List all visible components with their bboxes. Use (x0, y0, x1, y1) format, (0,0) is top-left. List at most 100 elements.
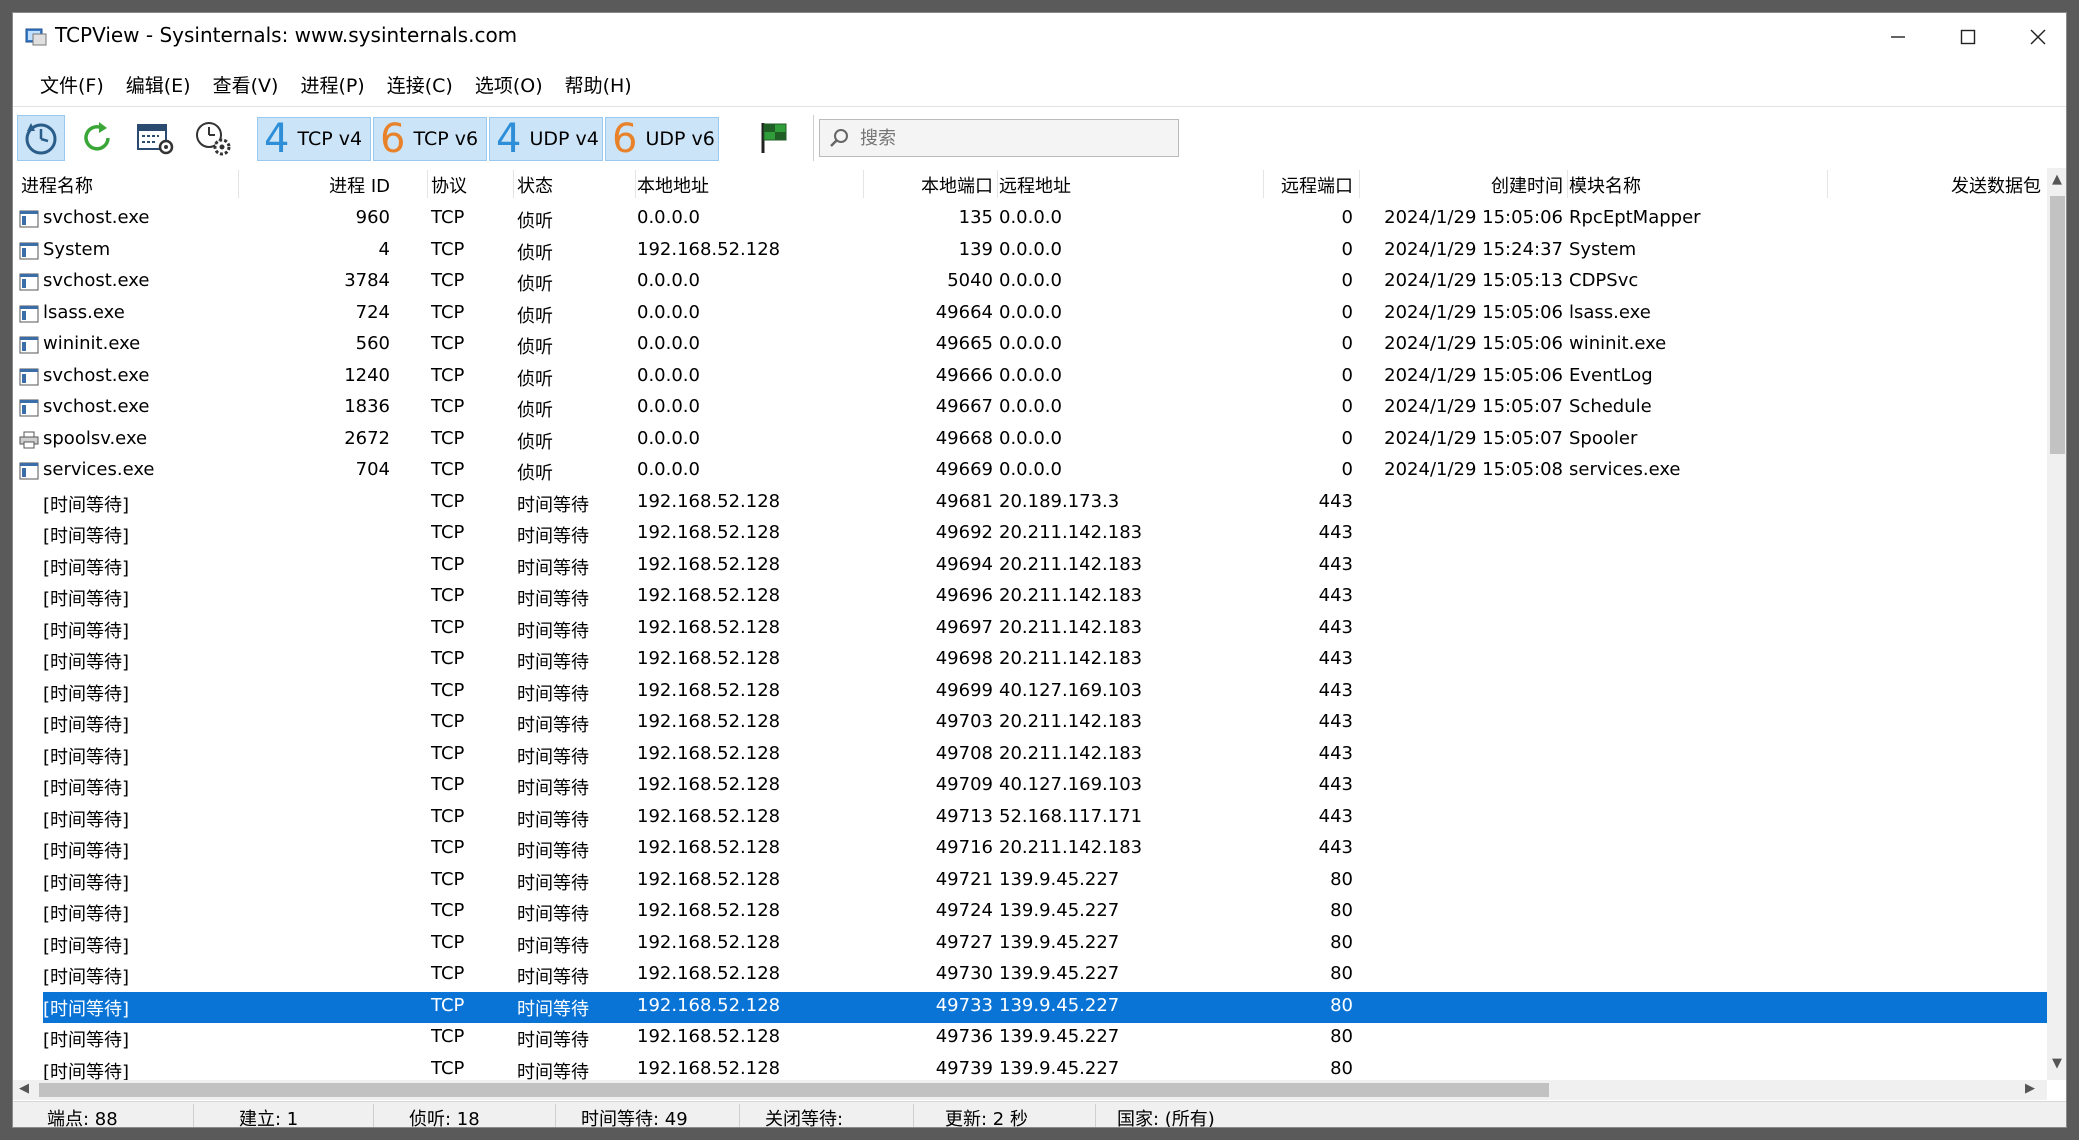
col-sent-packets[interactable]: 发送数据包 (1827, 172, 2041, 198)
table-row[interactable]: [时间等待] TCP 时间等待 192.168.52.128 49681 20.189.1… (13, 488, 2047, 520)
menu-process[interactable]: 进程(P) (289, 65, 375, 103)
cell-remote-port: 80 (1330, 931, 1353, 953)
vertical-scroll-thumb[interactable] (2050, 196, 2065, 454)
table-row[interactable]: [时间等待] TCP 时间等待 192.168.52.128 49699 40.127.1… (13, 677, 2047, 709)
menu-options[interactable]: 选项(O) (464, 65, 554, 103)
horizontal-scroll-thumb[interactable] (39, 1083, 1549, 1097)
col-create-time[interactable]: 创建时间 (1359, 172, 1563, 198)
cell-remote-port: 0 (1341, 301, 1353, 323)
refresh-rate-button[interactable] (189, 115, 237, 161)
column-divider[interactable] (513, 170, 514, 198)
options-button[interactable] (131, 115, 179, 161)
menu-view[interactable]: 查看(V) (202, 65, 290, 103)
status-divider (913, 1104, 914, 1127)
table-row[interactable]: svchost.exe 3784 TCP 侦听 0.0.0.0 5040 0.0.0.0 0 2… (13, 267, 2047, 299)
cell-state: 时间等待 (517, 715, 589, 736)
cell-remote-port: 443 (1318, 711, 1353, 732)
table-row[interactable]: [时间等待] TCP 时间等待 192.168.52.128 49703 20.211.1… (13, 708, 2047, 740)
toggle-tcp-v6[interactable]: 6 TCP v6 (373, 117, 487, 161)
scroll-up-icon[interactable]: ▲ (2052, 172, 2062, 187)
col-state[interactable]: 状态 (517, 172, 553, 198)
menu-file[interactable]: 文件(F) (29, 65, 115, 103)
col-process-name[interactable]: 进程名称 (21, 172, 93, 198)
cell-process-name: wininit.exe (43, 333, 141, 354)
cell-process-name: [时间等待] (43, 904, 130, 925)
refresh-button[interactable] (73, 115, 121, 161)
col-local-port[interactable]: 本地端口 (863, 172, 993, 198)
table-row[interactable]: [时间等待] TCP 时间等待 192.168.52.128 49692 20.211.1… (13, 519, 2047, 551)
table-row[interactable]: [时间等待] TCP 时间等待 192.168.52.128 49697 20.211.1… (13, 614, 2047, 646)
menu-help[interactable]: 帮助(H) (554, 65, 643, 103)
col-local-address[interactable]: 本地地址 (637, 172, 709, 198)
cell-protocol: TCP (431, 742, 465, 764)
cell-module-name: lsass.exe (1569, 301, 1651, 323)
table-row[interactable]: [时间等待] TCP 时间等待 192.168.52.128 49736 139.9.45… (13, 1023, 2047, 1055)
table-row[interactable]: [时间等待] TCP 时间等待 192.168.52.128 49694 20.211.1… (13, 551, 2047, 583)
vertical-scrollbar[interactable]: ▲ ▼ (2047, 168, 2066, 1080)
cell-module-name: Schedule (1569, 396, 1652, 417)
status-refresh-rate: 更新: 2 秒 (945, 1109, 1028, 1128)
toolbar-separator (813, 115, 814, 161)
col-module-name[interactable]: 模块名称 (1569, 172, 1641, 198)
cell-state: 时间等待 (517, 557, 589, 579)
table-row[interactable]: [时间等待] TCP 时间等待 192.168.52.128 49708 20.211.1… (13, 740, 2047, 772)
cell-module-name: services.exe (1569, 459, 1681, 480)
maximize-button[interactable] (1933, 13, 2003, 61)
close-button[interactable] (2003, 13, 2066, 61)
title-bar: TCPView - Sysinternals: www.sysinternals… (13, 13, 2066, 61)
table-row[interactable]: svchost.exe 960 TCP 侦听 0.0.0.0 135 0.0.0.0 0 202… (13, 204, 2047, 236)
table-row[interactable]: spoolsv.exe 2672 TCP 侦听 0.0.0.0 49668 0.0.0.0 0… (13, 425, 2047, 457)
table-row[interactable]: System 4 TCP 侦听 192.168.52.128 139 0.0.0.0 0 202… (13, 236, 2047, 268)
search-box[interactable] (819, 119, 1179, 157)
col-remote-address[interactable]: 远程地址 (999, 172, 1071, 198)
table-row[interactable]: [时间等待] TCP 时间等待 192.168.52.128 49713 52.168.1… (13, 803, 2047, 835)
column-divider[interactable] (635, 170, 636, 198)
cell-pid: 3784 (344, 270, 390, 291)
country-filter-button[interactable] (751, 115, 799, 161)
scroll-right-icon[interactable]: ▶ (2025, 1081, 2035, 1096)
toggle-udp-v4[interactable]: 4 UDP v4 (489, 117, 603, 161)
column-divider[interactable] (997, 170, 998, 198)
minimize-button[interactable] (1863, 13, 1933, 61)
table-row[interactable]: [时间等待] TCP 时间等待 192.168.52.128 49739 139.9.45… (13, 1055, 2047, 1081)
table-row[interactable]: services.exe 704 TCP 侦听 0.0.0.0 49669 0.0.0.0 0… (13, 456, 2047, 488)
scroll-down-icon[interactable]: ▼ (2052, 1056, 2062, 1071)
table-row[interactable]: lsass.exe 724 TCP 侦听 0.0.0.0 49664 0.0.0.0 0 202… (13, 299, 2047, 331)
table-row[interactable]: [时间等待] TCP 时间等待 192.168.52.128 49716 20.211.1… (13, 834, 2047, 866)
cell-protocol: TCP (431, 333, 465, 354)
table-row[interactable]: [时间等待] TCP 时间等待 192.168.52.128 49733 139.9.45… (13, 991, 2047, 1023)
column-divider[interactable] (1567, 170, 1568, 198)
col-pid[interactable]: 进程 ID (238, 172, 390, 198)
table-row[interactable]: [时间等待] TCP 时间等待 192.168.52.128 49727 139.9.45… (13, 929, 2047, 961)
cell-process-name: [时间等待] (43, 967, 130, 988)
column-divider[interactable] (427, 170, 428, 198)
table-row[interactable]: wininit.exe 560 TCP 侦听 0.0.0.0 49665 0.0.0.0 0 2… (13, 330, 2047, 362)
clock-gear-icon (196, 122, 231, 156)
table-row[interactable]: svchost.exe 1240 TCP 侦听 0.0.0.0 49666 0.0.0.0 0… (13, 362, 2047, 394)
menu-connection[interactable]: 连接(C) (376, 65, 464, 103)
table-row[interactable]: [时间等待] TCP 时间等待 192.168.52.128 49696 20.211.1… (13, 582, 2047, 614)
cell-local-address: 192.168.52.128 (637, 490, 781, 512)
toggle-tcp-v4[interactable]: 4 TCP v4 (257, 117, 371, 161)
table-row[interactable]: svchost.exe 1836 TCP 侦听 0.0.0.0 49667 0.0.0.0 0… (13, 393, 2047, 425)
search-input[interactable] (860, 127, 1160, 149)
process-window-icon (19, 336, 39, 354)
col-protocol[interactable]: 协议 (431, 172, 467, 198)
scroll-left-icon[interactable]: ◀ (19, 1081, 29, 1096)
horizontal-scrollbar[interactable]: ◀ ▶ (13, 1080, 2047, 1100)
menu-edit[interactable]: 编辑(E) (115, 65, 202, 103)
status-divider (1095, 1104, 1096, 1127)
table-row[interactable]: [时间等待] TCP 时间等待 192.168.52.128 49730 139.9.45… (13, 960, 2047, 992)
table-row[interactable]: [时间等待] TCP 时间等待 192.168.52.128 49724 139.9.45… (13, 897, 2047, 929)
toggle-udp-v6[interactable]: 6 UDP v6 (605, 117, 719, 161)
pause-refresh-button[interactable] (17, 115, 65, 161)
table-row[interactable]: [时间等待] TCP 时间等待 192.168.52.128 49721 139.9.45… (13, 866, 2047, 898)
cell-local-port: 49668 (935, 427, 993, 449)
cell-process-name: [时间等待] (43, 494, 130, 516)
cell-remote-port: 80 (1330, 1057, 1353, 1079)
col-remote-port[interactable]: 远程端口 (1263, 172, 1353, 198)
table-row[interactable]: [时间等待] TCP 时间等待 192.168.52.128 49698 20.211.1… (13, 645, 2047, 677)
cell-protocol: TCP (431, 490, 465, 512)
window-settings-icon (137, 124, 174, 155)
table-row[interactable]: [时间等待] TCP 时间等待 192.168.52.128 49709 40.127.1… (13, 771, 2047, 803)
